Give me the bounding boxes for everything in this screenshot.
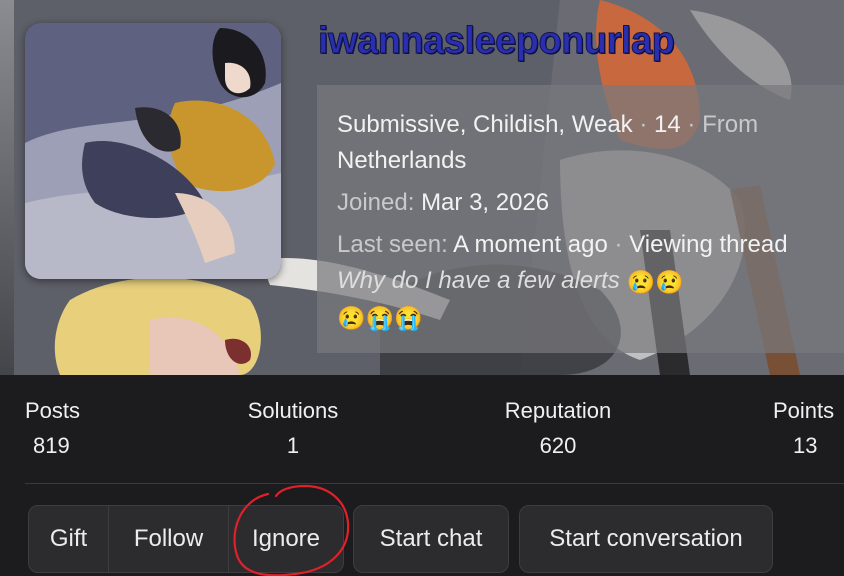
start-chat-button[interactable]: Start chat <box>353 505 509 573</box>
banner-left-edge <box>0 0 14 375</box>
user-location[interactable]: Netherlands <box>337 147 466 174</box>
stat-value: 819 <box>33 433 70 458</box>
activity-thread-link[interactable]: Why do I have a few alerts <box>337 267 620 294</box>
stat-value: 1 <box>286 433 300 458</box>
stat-label: Solutions <box>247 398 339 423</box>
stat-solutions[interactable]: Solutions 1 <box>242 397 344 461</box>
last-seen-label: Last seen: <box>337 231 448 258</box>
separator-dot: · <box>687 111 703 138</box>
avatar-image <box>25 23 281 279</box>
last-seen-value: A moment ago <box>453 231 608 258</box>
stat-value: 13 <box>793 433 818 458</box>
gift-button[interactable]: Gift <box>29 506 109 572</box>
last-seen-line: Last seen: A moment ago · Viewing thread… <box>337 227 824 335</box>
stat-label: Points <box>773 398 835 423</box>
stat-points[interactable]: Points 13 <box>773 397 843 461</box>
profile-username: iwannasleeponurlap <box>317 20 675 63</box>
separator-dot: · <box>614 231 630 258</box>
stat-label: Reputation <box>504 398 612 423</box>
profile-info-box: Submissive, Childish, Weak · 14 · From N… <box>317 85 844 353</box>
action-button-group: Gift Follow Ignore <box>28 505 344 573</box>
profile-titles-line: Submissive, Childish, Weak · 14 · From N… <box>337 107 824 179</box>
separator-dot: · <box>639 111 655 138</box>
stat-value: 620 <box>539 433 577 458</box>
stat-posts[interactable]: Posts 819 <box>25 397 80 461</box>
start-conversation-button[interactable]: Start conversation <box>519 505 773 573</box>
joined-line: Joined: Mar 3, 2026 <box>337 185 824 221</box>
crying-face-emoji: 😢😢 <box>626 269 684 295</box>
sobbing-face-emoji: 😢😭😭 <box>337 305 423 331</box>
profile-stats: Posts 819 Solutions 1 Reputation 620 Poi… <box>0 375 844 483</box>
user-titles: Submissive, Childish, Weak <box>337 111 633 138</box>
profile-actions: Gift Follow Ignore Start chat Start conv… <box>0 484 844 576</box>
from-label: From <box>702 111 759 138</box>
follow-button[interactable]: Follow <box>109 506 229 572</box>
stat-label: Posts <box>25 398 81 423</box>
profile-screen: iwannasleeponurlap Submissive, Childish,… <box>0 0 844 576</box>
ignore-button[interactable]: Ignore <box>229 506 343 572</box>
activity-prefix: Viewing thread <box>629 231 788 258</box>
joined-label: Joined: <box>337 189 415 216</box>
profile-banner: iwannasleeponurlap Submissive, Childish,… <box>0 0 844 375</box>
stat-reputation[interactable]: Reputation 620 <box>498 397 618 461</box>
joined-date: Mar 3, 2026 <box>421 189 550 216</box>
profile-avatar[interactable] <box>25 23 281 279</box>
user-age: 14 <box>654 111 681 138</box>
